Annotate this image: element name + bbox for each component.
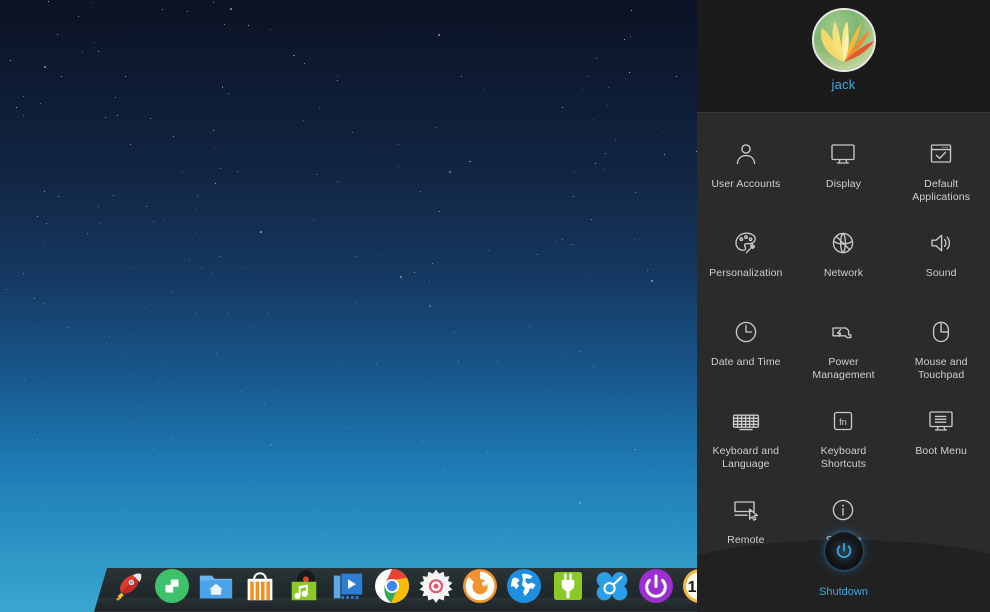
tile-keyboard-shortcuts[interactable]: fn KeyboardShortcuts [795, 396, 893, 485]
settings-tile-grid: User Accounts Display DefaultApplications P… [697, 113, 990, 574]
dock-item-web-browser[interactable] [506, 568, 542, 604]
user-icon [733, 139, 759, 169]
video-play-icon [330, 569, 366, 603]
clock-icon [733, 317, 759, 347]
tile-label: Date and Time [711, 356, 781, 369]
starfield [0, 0, 697, 612]
blue-atom-icon [594, 568, 630, 604]
purple-power-icon [638, 568, 674, 604]
tile-date-and-time[interactable]: Date and Time [697, 307, 795, 396]
window-check-icon [928, 139, 954, 169]
tile-personalization[interactable]: Personalization [697, 218, 795, 307]
dock-item-chrome[interactable] [374, 568, 410, 604]
shutdown-label: Shutdown [697, 586, 990, 598]
dock-item-update-manager[interactable] [462, 568, 498, 604]
control-center-panel: jack User Accounts Display DefaultApplicat… [697, 0, 990, 612]
keyboard-icon [731, 406, 761, 436]
tile-label: Display [826, 178, 861, 191]
dock-item-network-tool[interactable] [594, 568, 630, 604]
dock-item-video-player[interactable] [330, 568, 366, 604]
shutdown-area: Shutdown [697, 520, 990, 612]
tile-label: KeyboardShortcuts [821, 445, 867, 471]
tile-sound[interactable]: Sound [892, 218, 990, 307]
globe-icon [506, 568, 542, 604]
dock-item-clock-widget[interactable]: 17 26 [682, 568, 697, 604]
dock[interactable]: 17 26 [0, 556, 697, 612]
dock-item-session-power[interactable] [638, 568, 674, 604]
username-label: jack [832, 77, 856, 92]
battery-bolt-icon [829, 317, 857, 347]
tile-label: Network [824, 267, 863, 280]
dock-item-home-folder[interactable] [198, 568, 234, 604]
monitor-icon [829, 139, 857, 169]
dock-item-file-manager-green[interactable] [154, 568, 190, 604]
network-globe-icon [830, 228, 856, 258]
tile-keyboard-and-language[interactable]: Keyboard andLanguage [697, 396, 795, 485]
shutdown-button[interactable] [825, 532, 863, 570]
speaker-icon [928, 228, 954, 258]
dock-item-software-center[interactable] [242, 568, 278, 604]
monitor-list-icon [927, 406, 955, 436]
gear-icon [418, 568, 454, 604]
dock-icon-list: 17 26 [110, 568, 697, 604]
tile-power-management[interactable]: PowerManagement [795, 307, 893, 396]
tile-label: Sound [926, 267, 957, 280]
clock-digital-icon: 17 26 [682, 568, 697, 604]
tile-default-applications[interactable]: DefaultApplications [892, 129, 990, 218]
mouse-icon [929, 317, 953, 347]
dock-item-launcher[interactable] [110, 568, 146, 604]
dock-item-power-tools[interactable] [550, 568, 586, 604]
folder-home-icon [198, 569, 234, 603]
tile-label: DefaultApplications [912, 178, 970, 204]
tile-network[interactable]: Network [795, 218, 893, 307]
tile-label: User Accounts [711, 178, 780, 191]
tile-label: Mouse andTouchpad [915, 356, 968, 382]
tile-label: Boot Menu [915, 445, 967, 458]
tile-display[interactable]: Display [795, 129, 893, 218]
tile-label: PowerManagement [812, 356, 874, 382]
svg-text:fn: fn [840, 416, 848, 427]
orange-circle-icon [462, 568, 498, 604]
music-note-icon [286, 568, 322, 604]
chrome-icon [374, 568, 410, 604]
palette-icon [733, 228, 759, 258]
power-icon [834, 541, 854, 561]
shopping-bag-icon [242, 568, 278, 604]
svg-text:17: 17 [688, 579, 697, 596]
green-app-icon [154, 568, 190, 604]
dock-item-settings[interactable] [418, 568, 454, 604]
tile-label: Keyboard andLanguage [713, 445, 780, 471]
panel-header: jack [697, 0, 990, 113]
tile-mouse-and-touchpad[interactable]: Mouse andTouchpad [892, 307, 990, 396]
dock-item-music-player[interactable] [286, 568, 322, 604]
rocket-icon [110, 567, 146, 605]
tile-user-accounts[interactable]: User Accounts [697, 129, 795, 218]
fn-key-icon: fn [831, 406, 855, 436]
user-avatar-flower [814, 10, 874, 70]
desktop-wallpaper[interactable]: 17 26 [0, 0, 697, 612]
avatar[interactable] [812, 8, 876, 72]
tile-boot-menu[interactable]: Boot Menu [892, 396, 990, 485]
green-plug-icon [551, 568, 585, 604]
tile-label: Personalization [709, 267, 782, 280]
